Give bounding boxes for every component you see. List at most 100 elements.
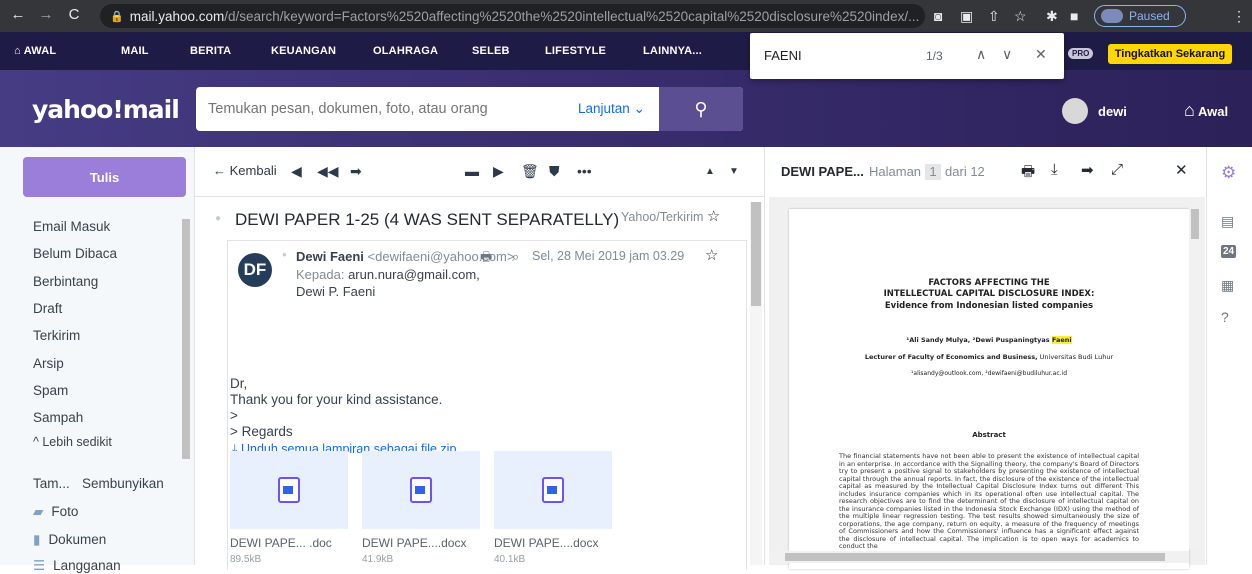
expand-icon[interactable]: ⤢ xyxy=(1111,161,1123,178)
topnav-lainnya[interactable]: LAINNYA... xyxy=(643,45,702,57)
find-prev-icon[interactable]: ∧ xyxy=(976,46,986,63)
sidebar-item-archive[interactable]: Arsip xyxy=(33,356,64,371)
spam-shield-icon[interactable]: ⛊ xyxy=(549,163,560,180)
sidepanel-icon[interactable]: ■ xyxy=(1070,8,1078,24)
sidebar-item-documents[interactable]: ▮ Dokumen xyxy=(33,532,106,548)
forward-icon[interactable]: ➡ xyxy=(350,163,362,180)
sidebar-item-sent[interactable]: Terkirim xyxy=(33,328,80,343)
attachment-thumb[interactable] xyxy=(494,451,612,529)
translate-icon[interactable]: ▣ xyxy=(960,8,973,25)
move-icon[interactable]: ▶ xyxy=(493,163,504,180)
sender-email: <dewifaeni@yahoo.com> xyxy=(367,249,515,264)
show-less-toggle[interactable]: ^ Lebih sedikit xyxy=(33,435,112,449)
search-button[interactable]: ⚲ xyxy=(659,87,743,131)
topnav-mail[interactable]: MAIL xyxy=(121,45,149,57)
star-icon[interactable]: ☆ xyxy=(707,208,720,225)
bookmark-star-icon[interactable]: ☆ xyxy=(1014,8,1027,25)
calendar-icon[interactable]: 24 xyxy=(1221,245,1237,258)
topnav-olahraga[interactable]: OLAHRAGA xyxy=(373,45,438,57)
more-icon[interactable]: ••• xyxy=(577,163,592,179)
sidebar-scrollbar[interactable] xyxy=(180,207,192,565)
find-input[interactable]: FAENI xyxy=(764,48,802,63)
doc-emails: ¹alisandy@outlook.com, ²dewifaeni@budilu… xyxy=(911,370,1067,377)
home-link[interactable]: ⌂ Awal xyxy=(1184,100,1228,121)
forward-arrow-icon[interactable]: → xyxy=(32,6,60,23)
doc-title-line: FACTORS AFFECTING THE xyxy=(928,278,1050,288)
sidebar-item-unread[interactable]: Belum Dibaca xyxy=(33,246,117,261)
find-bar: FAENI 1/3 ∧ ∨ ✕ xyxy=(750,33,1064,79)
document-page: FACTORS AFFECTING THE INTELLECTUAL CAPIT… xyxy=(789,209,1189,569)
close-icon[interactable]: ✕ xyxy=(1175,161,1188,179)
back-arrow-icon[interactable]: ← xyxy=(4,6,32,23)
pro-badge[interactable]: PRO xyxy=(1068,48,1094,59)
attachment-name[interactable]: DEWI PAPE....docx xyxy=(494,536,598,550)
sender-name[interactable]: Dewi Faeni xyxy=(296,249,364,264)
preview-horizontal-scrollbar[interactable] xyxy=(769,551,1189,563)
hide-views-button[interactable]: Sembunyikan xyxy=(82,476,164,491)
bullet-icon: ● xyxy=(215,213,222,224)
recipient-name[interactable]: Dewi P. Faeni xyxy=(296,284,375,299)
message-scrollbar[interactable] xyxy=(750,202,762,565)
reload-icon[interactable]: C xyxy=(60,6,88,23)
views-label: Tam... xyxy=(33,476,70,491)
download-icon[interactable]: ⤓ xyxy=(1051,161,1058,178)
address-bar[interactable]: 🔒 mail.yahoo.com/d/search/keyword=Factor… xyxy=(100,4,925,28)
back-button[interactable]: ← Kembali xyxy=(213,163,277,178)
recipient-email[interactable]: arun.nura@gmail.com, xyxy=(348,267,480,282)
attachment-name[interactable]: DEWI PAPE... .doc xyxy=(230,536,332,550)
print-icon[interactable]: 🖶 xyxy=(1021,161,1035,186)
sidebar-item-trash[interactable]: Sampah xyxy=(33,410,83,425)
reply-all-icon[interactable]: ◀◀ xyxy=(317,163,339,180)
attachment-icon: ⌕ xyxy=(512,249,520,264)
sidebar-item-drafts[interactable]: Draft xyxy=(33,301,62,316)
sidebar-item-starred[interactable]: Berbintang xyxy=(33,274,98,289)
sidebar-item-spam[interactable]: Spam xyxy=(33,383,68,398)
extensions-icon[interactable]: ✱ xyxy=(1046,8,1058,25)
preview-vertical-scrollbar[interactable] xyxy=(1189,197,1201,549)
notepad-icon[interactable]: ▦ xyxy=(1221,277,1234,294)
key-icon[interactable]: ◙ xyxy=(934,8,942,24)
word-doc-icon xyxy=(542,477,564,503)
topnav-berita[interactable]: BERITA xyxy=(190,45,231,57)
page-input[interactable]: 1 xyxy=(925,164,942,180)
sidebar-item-photos[interactable]: ▰ Foto xyxy=(33,504,78,520)
share-icon[interactable]: ⇧ xyxy=(988,8,1000,25)
attachment-name[interactable]: DEWI PAPE....docx xyxy=(362,536,466,550)
document-icon: ▮ xyxy=(33,532,41,547)
attachment-thumb[interactable] xyxy=(230,451,348,529)
url-path: /d/search/keyword=Factors%2520affecting%… xyxy=(224,8,920,24)
upgrade-button[interactable]: Tingkatkan Sekarang xyxy=(1108,44,1232,64)
topnav-keuangan[interactable]: KEUANGAN xyxy=(271,45,336,57)
reply-icon[interactable]: ◀ xyxy=(291,163,302,180)
yahoo-mail-logo[interactable]: yahoo!mail xyxy=(32,95,180,124)
attachment-thumb[interactable] xyxy=(362,451,480,529)
back-arrow-icon: ← xyxy=(213,163,230,178)
compose-button[interactable]: Tulis xyxy=(23,157,186,197)
body-line: > Regards xyxy=(230,424,293,439)
sidebar-item-subscriptions[interactable]: ☰ Langganan xyxy=(33,558,121,574)
forward-icon[interactable]: ➡ xyxy=(1081,161,1094,179)
profile-button[interactable]: Paused xyxy=(1094,5,1186,27)
help-icon[interactable]: ? xyxy=(1221,309,1229,325)
document-viewer[interactable]: FACTORS AFFECTING THE INTELLECTUAL CAPIT… xyxy=(769,197,1205,569)
settings-gear-icon[interactable]: ⚙ xyxy=(1221,163,1236,183)
advanced-search-button[interactable]: Lanjutan ⌄ xyxy=(578,101,645,117)
archive-icon[interactable]: ▬ xyxy=(465,163,479,179)
star-icon[interactable]: ☆ xyxy=(705,246,718,264)
topnav-awal[interactable]: ⌂ AWAL xyxy=(14,45,56,57)
user-menu[interactable]: dewi xyxy=(1062,98,1127,124)
menu-dots-icon[interactable]: ⋮ xyxy=(1232,8,1246,25)
delete-icon[interactable]: 🗑 xyxy=(521,163,539,180)
contacts-icon[interactable]: ▤ xyxy=(1221,213,1234,230)
find-close-icon[interactable]: ✕ xyxy=(1035,46,1047,63)
prev-message-icon[interactable]: ▲ xyxy=(705,166,715,177)
message-date: Sel, 28 Mei 2019 jam 03.29 xyxy=(532,249,685,263)
topnav-seleb[interactable]: SELEB xyxy=(472,45,510,57)
sidebar-item-inbox[interactable]: Email Masuk xyxy=(33,219,110,234)
print-icon[interactable]: 🖶 xyxy=(480,248,492,270)
avatar xyxy=(1062,98,1088,124)
topnav-lifestyle[interactable]: LIFESTYLE xyxy=(545,45,606,57)
find-next-icon[interactable]: ∨ xyxy=(1002,46,1012,63)
next-message-icon[interactable]: ▼ xyxy=(729,166,739,177)
bullet-icon: ● xyxy=(282,250,287,259)
